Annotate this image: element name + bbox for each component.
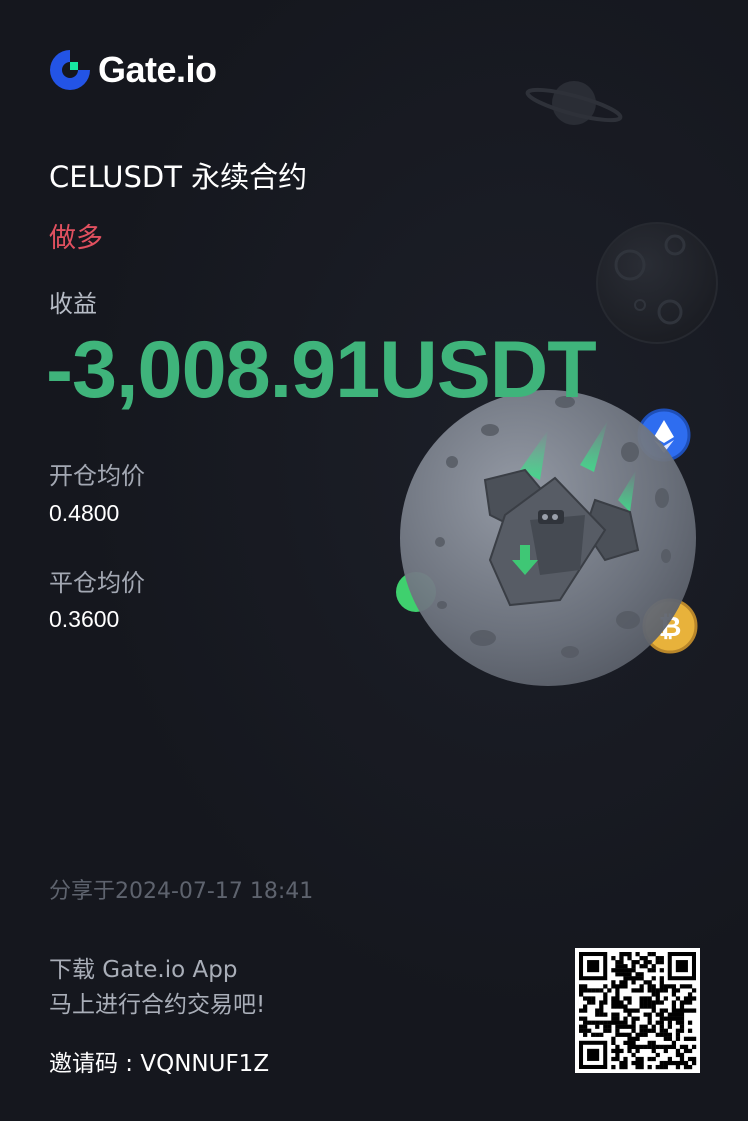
invite-code: 邀请码 : VQNNUF1Z: [49, 1051, 270, 1077]
profit-label: 收益: [49, 290, 97, 318]
gateio-logo-icon: [50, 50, 90, 90]
profit-value: -3,008.91USDT: [46, 325, 597, 415]
gateio-logo: Gate.io: [48, 48, 217, 92]
entry-price-value: 0.4800: [49, 500, 120, 526]
download-prompt: 下载 Gate.io App: [49, 957, 238, 983]
share-timestamp: 分享于2024-07-17 18:41: [49, 879, 314, 904]
exit-price-label: 平仓均价: [49, 569, 145, 597]
moon-icon: [596, 222, 718, 344]
contract-title: CELUSDT 永续合约: [49, 160, 308, 194]
position-side: 做多: [49, 223, 103, 254]
planet-icon: [525, 81, 623, 125]
exit-price-value: 0.3600: [49, 606, 120, 632]
qr-code-icon[interactable]: [575, 948, 700, 1073]
brand-name: Gate.io: [98, 49, 217, 90]
share-card: ₿ Gate.io CELUSDT 永续合约 做多 收益 -3,008.91US…: [0, 0, 748, 1121]
trade-prompt: 马上进行合约交易吧!: [49, 992, 266, 1018]
entry-price-label: 开仓均价: [49, 462, 145, 490]
